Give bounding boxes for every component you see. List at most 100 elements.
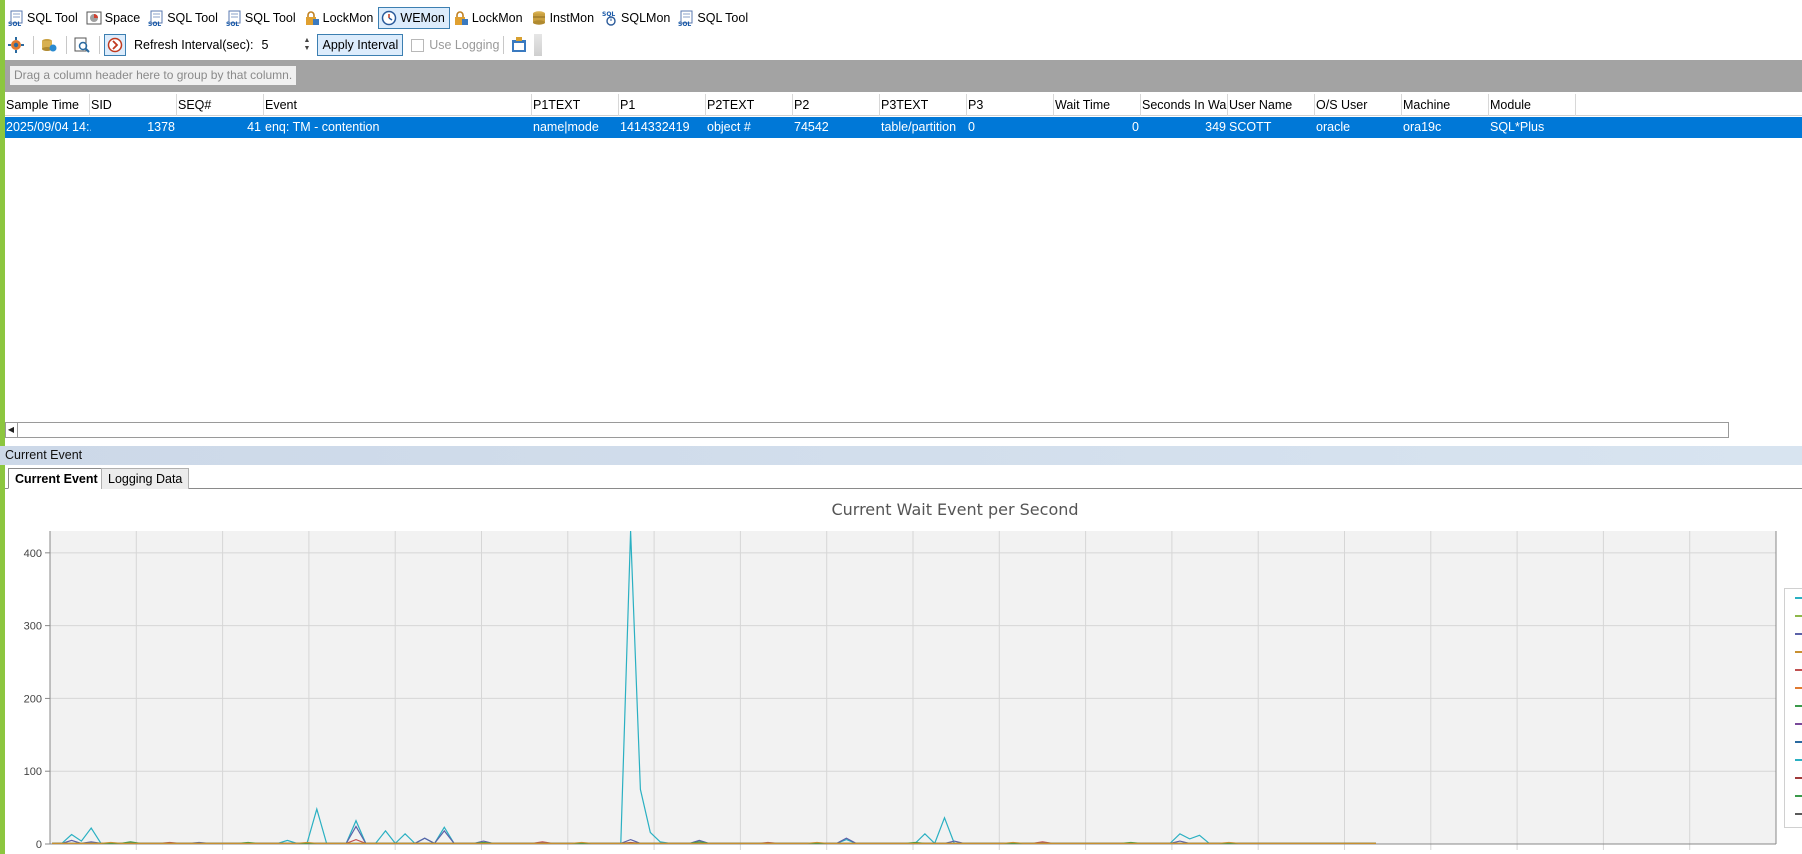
table-cell: 74542 — [794, 120, 829, 134]
column-header[interactable]: P3 — [967, 94, 1054, 116]
table-cell: 2025/09/04 14:... — [6, 120, 91, 134]
refresh-interval-label: Refresh Interval(sec): — [134, 38, 254, 52]
tool-tab-label: SQL Tool — [27, 11, 78, 25]
scroll-left-icon[interactable]: ◀ — [6, 423, 16, 437]
use-logging-checkbox[interactable]: Use Logging — [411, 38, 499, 52]
auto-refresh-toggle-icon[interactable] — [104, 34, 126, 56]
toolbar-divider — [503, 36, 505, 54]
legend-swatch — [1795, 651, 1802, 653]
y-tick-label: 100 — [24, 766, 42, 778]
tool-tab-label: Space — [104, 11, 141, 25]
legend-swatch — [1795, 759, 1802, 761]
tool-tab-label: SQLMon — [621, 11, 671, 25]
group-by-panel[interactable]: Drag a column header here to group by th… — [5, 60, 1802, 92]
table-cell: enq: TM - contention — [265, 120, 380, 134]
column-header[interactable]: O/S User — [1315, 94, 1402, 116]
svg-text:SQL: SQL — [226, 21, 239, 26]
tab-current-event[interactable]: Current Event — [8, 468, 105, 489]
database-icon — [531, 10, 547, 26]
refresh-interval-value[interactable]: 5 — [261, 38, 268, 52]
horizontal-scrollbar[interactable]: ◀ — [5, 422, 1729, 438]
legend-swatch — [1795, 633, 1802, 635]
chart-legend — [1784, 588, 1802, 828]
lock-icon — [304, 10, 320, 26]
sql-icon: SQL — [8, 10, 24, 26]
sql-icon: SQL — [678, 10, 694, 26]
tool-tab-lockmon[interactable]: LockMon — [450, 7, 528, 29]
table-cell: oracle — [1316, 120, 1351, 134]
database-refresh-icon[interactable] — [38, 34, 60, 56]
column-header[interactable]: SEQ# — [177, 94, 264, 116]
settings-gear-icon[interactable] — [5, 34, 27, 56]
chart-area: Current Wait Event per Second 0 100 200 300… — [5, 490, 1802, 854]
legend-swatch — [1795, 669, 1802, 671]
y-tick-label: 400 — [24, 548, 42, 560]
spinner-arrows-icon[interactable]: ▲ ▼ — [304, 37, 311, 53]
tool-tab-sql-tool[interactable]: SQL SQL Tool — [145, 7, 223, 29]
toolbar-divider — [66, 36, 67, 54]
svg-text:SQL: SQL — [148, 21, 161, 26]
space-icon — [86, 10, 102, 26]
legend-swatch — [1795, 795, 1802, 797]
tool-tab-wemon[interactable]: WEMon — [378, 7, 450, 29]
table-cell: 41 — [247, 120, 261, 134]
table-cell: ora19c — [1403, 120, 1442, 134]
apply-interval-button[interactable]: Apply Interval — [317, 34, 404, 56]
legend-swatch — [1795, 813, 1802, 815]
legend-swatch — [1795, 615, 1802, 617]
column-header[interactable]: Wait Time — [1054, 94, 1141, 116]
table-cell: object # — [707, 120, 751, 134]
tool-tab-label: LockMon — [471, 11, 523, 25]
table-row[interactable]: 2025/09/04 14:... 1378 41 enq: TM - content… — [5, 117, 1802, 138]
column-header[interactable]: Sample Time — [5, 94, 90, 116]
export-icon[interactable] — [508, 34, 530, 56]
sqlmon-icon: SQL — [602, 10, 618, 26]
tool-tab-instmon[interactable]: InstMon — [528, 7, 599, 29]
wait-event-chart: 0 100 200 300 400 — [24, 530, 1777, 851]
column-header[interactable]: Machine — [1402, 94, 1489, 116]
toolbar-divider — [99, 36, 100, 54]
table-cell: name|mode — [533, 120, 599, 134]
y-tick-label: 300 — [24, 621, 42, 633]
group-by-hint: Drag a column header here to group by th… — [10, 66, 297, 85]
tool-tab-sqlmon[interactable]: SQL SQLMon — [599, 7, 675, 29]
refresh-interval-spinner[interactable]: 5 ▲ ▼ — [257, 34, 313, 56]
tool-tab-sql-tool[interactable]: SQL SQL Tool — [223, 7, 301, 29]
column-header[interactable]: P2 — [793, 94, 880, 116]
legend-swatch — [1795, 723, 1802, 725]
checkbox-box[interactable] — [411, 38, 425, 52]
tool-tab-lockmon[interactable]: LockMon — [301, 7, 379, 29]
tab-logging-data[interactable]: Logging Data — [101, 468, 190, 489]
column-header[interactable]: SID — [90, 94, 177, 116]
column-header[interactable]: Event — [264, 94, 532, 116]
tool-tab-label: SQL Tool — [697, 11, 749, 25]
column-header[interactable]: User Name — [1228, 94, 1315, 116]
column-header[interactable]: Seconds In Wait — [1141, 94, 1228, 116]
y-tick-label: 200 — [24, 693, 42, 705]
sql-icon: SQL — [226, 10, 242, 26]
tool-tab-sql-tool[interactable]: SQL SQL Tool — [675, 7, 753, 29]
toolbar-grip[interactable] — [534, 34, 543, 56]
grid-header: Sample Time SID SEQ# Event P1TEXT P1 P2TEXT P2 P… — [5, 94, 1802, 116]
find-icon[interactable] — [71, 34, 93, 56]
tool-tab-label: SQL Tool — [244, 11, 296, 25]
tool-tab-sql-tool[interactable]: SQL SQL Tool — [5, 7, 83, 29]
y-tick-label: 0 — [36, 839, 42, 851]
column-header[interactable]: Module — [1489, 94, 1576, 116]
column-header[interactable]: P3TEXT — [880, 94, 967, 116]
legend-swatch — [1795, 777, 1802, 779]
sql-icon: SQL — [148, 10, 164, 26]
column-header[interactable]: P1 — [619, 94, 706, 116]
tool-tab-space[interactable]: Space — [83, 7, 145, 29]
legend-swatch — [1795, 597, 1802, 599]
table-cell: table/partition — [881, 120, 957, 134]
chart-tabs: Current Event Logging Data — [5, 466, 1802, 489]
column-header[interactable]: P2TEXT — [706, 94, 793, 116]
column-header[interactable]: P1TEXT — [532, 94, 619, 116]
legend-swatch — [1795, 741, 1802, 743]
scrollbar-divider — [17, 423, 18, 437]
tool-tabs-bar: SQL SQL Tool Space SQL SQL Tool SQL SQL Tool Lo… — [5, 6, 1802, 30]
legend-swatch — [1795, 687, 1802, 689]
table-cell: SQL*Plus — [1490, 120, 1545, 134]
table-cell: 0 — [968, 120, 975, 134]
